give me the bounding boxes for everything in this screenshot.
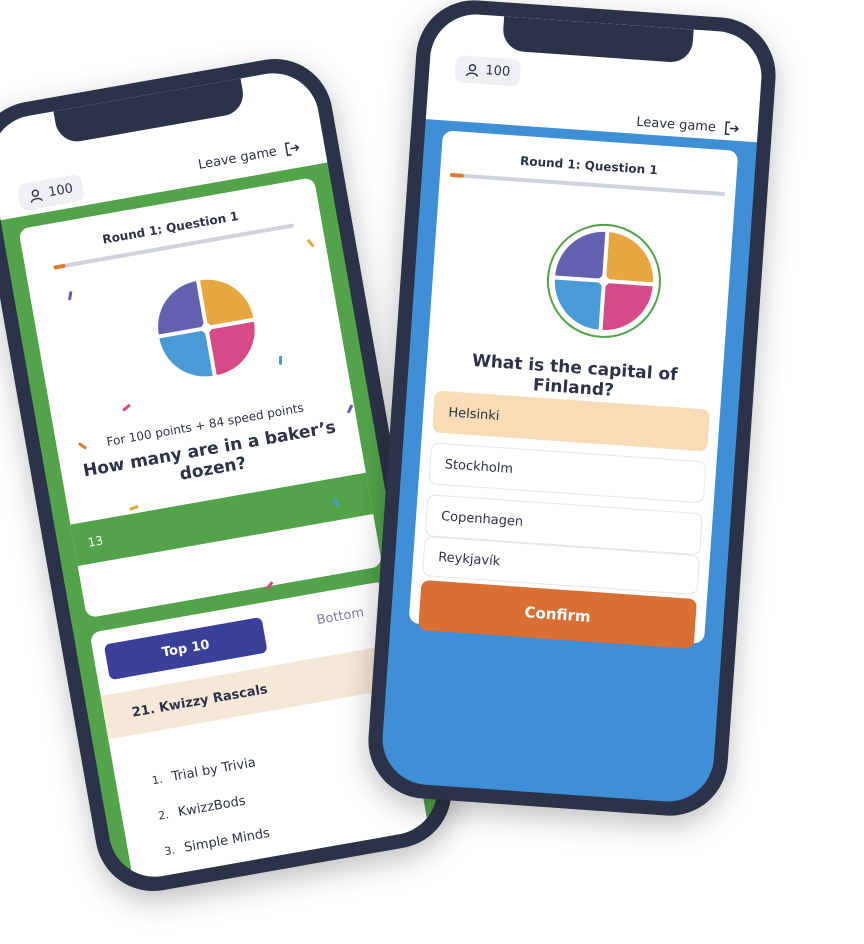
- exit-icon: [724, 121, 739, 136]
- leave-game-button[interactable]: Leave game: [636, 114, 741, 137]
- wheel-segment-blue: [554, 279, 602, 330]
- tab-bottom[interactable]: Bottom: [316, 605, 366, 628]
- wheel-segment-orange: [606, 232, 653, 283]
- user-icon: [30, 189, 43, 203]
- answer-option-stockholm[interactable]: Stockholm: [428, 442, 707, 504]
- rank-number: 4.: [170, 877, 192, 884]
- rank-number: 3.: [163, 843, 177, 858]
- team-name: Rice Kwizzpies: [189, 859, 286, 884]
- team-name: Simple Minds: [182, 825, 271, 856]
- answer-text: 13: [86, 533, 105, 550]
- wheel-segment-pink: [208, 321, 255, 376]
- wheel-segment-pink: [602, 283, 653, 330]
- leaderboard-list: 1. Trial by Trivia 2. KwizzBods 3. Simpl…: [149, 743, 287, 884]
- confetti-piece: [279, 355, 283, 365]
- leave-game-button[interactable]: Leave game: [197, 139, 302, 173]
- team-name: KwizzBods: [176, 793, 247, 820]
- user-icon: [465, 63, 479, 77]
- right-phone-screen: 100 Leave game Round 1: Question 1 What …: [379, 11, 765, 805]
- exit-icon: [284, 142, 300, 157]
- points-value: 100: [47, 181, 75, 201]
- question-card: Round 1: Question 1 For 100 points + 84 …: [18, 177, 383, 619]
- team-name: Trial by Trivia: [170, 754, 257, 785]
- leave-game-label: Leave game: [196, 143, 279, 173]
- wheel-segment-orange: [200, 279, 254, 326]
- marketing-stage: 100 Leave game Round 1: Question 1 For 1…: [0, 0, 864, 944]
- wheel-segment-blue: [159, 330, 213, 377]
- leave-game-label: Leave game: [635, 114, 717, 135]
- right-phone: 100 Leave game Round 1: Question 1 What …: [364, 0, 780, 820]
- rank-number: 1.: [150, 772, 164, 787]
- points-chip[interactable]: 100: [454, 55, 522, 87]
- wheel-segment-purple: [555, 231, 606, 279]
- category-wheel: [541, 218, 667, 344]
- question-card: Round 1: Question 1 What is the capital …: [408, 130, 739, 650]
- progress-fill: [449, 172, 464, 178]
- points-value: 100: [484, 63, 511, 80]
- points-chip[interactable]: 100: [16, 173, 86, 212]
- rank-number: 2.: [157, 807, 170, 823]
- wheel-segment-purple: [158, 281, 205, 335]
- progress-fill: [53, 263, 66, 270]
- category-wheel: [148, 270, 264, 386]
